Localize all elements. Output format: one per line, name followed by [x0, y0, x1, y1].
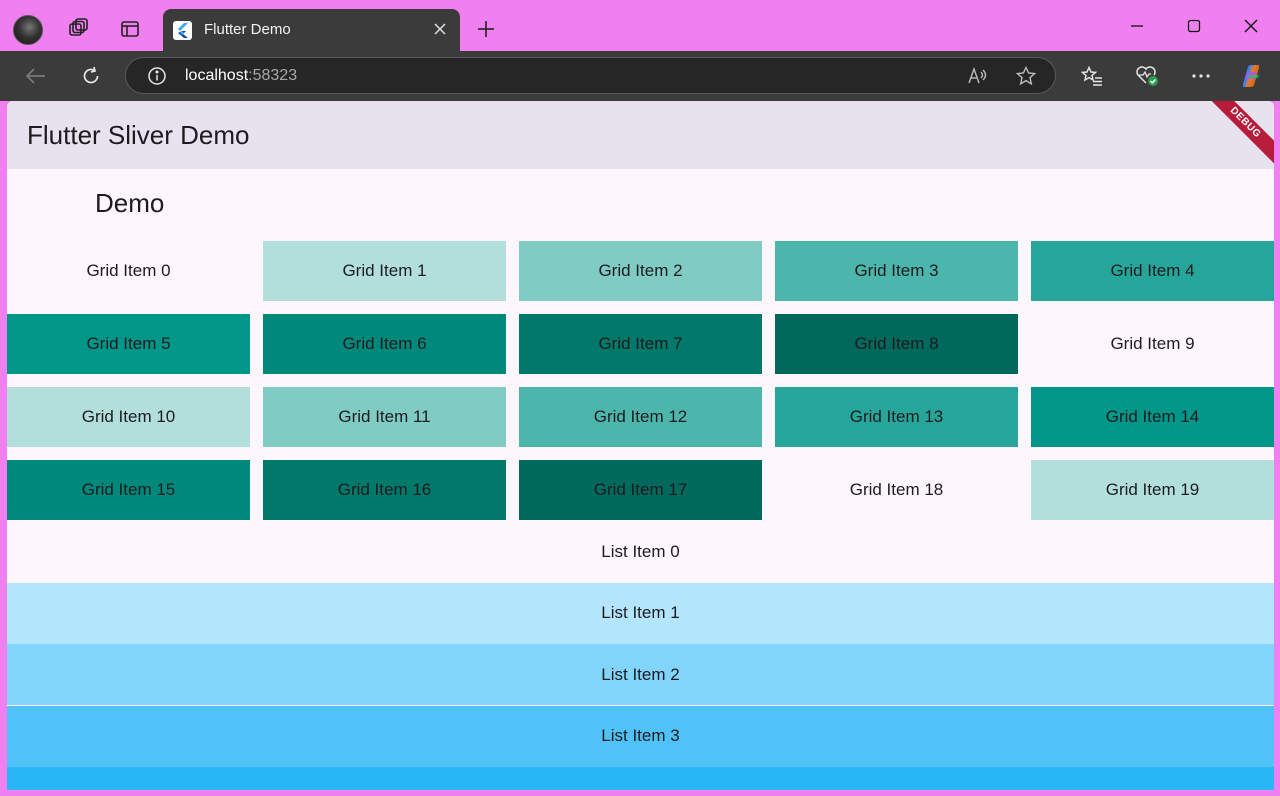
grid-item: Grid Item 8 [775, 314, 1018, 374]
grid-item: Grid Item 5 [7, 314, 250, 374]
grid-item: Grid Item 6 [263, 314, 506, 374]
grid-item: Grid Item 0 [7, 241, 250, 301]
maximize-icon[interactable] [1179, 12, 1209, 40]
page-viewport: Flutter Sliver Demo DEBUG Demo Grid Item… [7, 101, 1274, 790]
site-info-icon[interactable] [146, 65, 168, 87]
favorites-icon[interactable] [1078, 62, 1106, 90]
list-item: List Item 3 [7, 705, 1274, 767]
address-bar[interactable]: localhost:58323 [125, 57, 1056, 94]
grid-item: Grid Item 9 [1031, 314, 1274, 374]
grid-item: Grid Item 12 [519, 387, 762, 447]
new-tab-icon[interactable] [474, 17, 498, 41]
refresh-icon[interactable] [77, 62, 105, 90]
app-bar-title: Flutter Sliver Demo [27, 120, 250, 150]
list-item: List Item 0 [7, 521, 1274, 582]
url-port: :58323 [248, 67, 298, 84]
copilot-icon[interactable] [1237, 62, 1265, 90]
list-item [7, 767, 1274, 790]
list-item: List Item 2 [7, 644, 1274, 705]
grid-item: Grid Item 14 [1031, 387, 1274, 447]
browser-essentials-icon[interactable] [1133, 62, 1161, 90]
grid-item: Grid Item 7 [519, 314, 762, 374]
url-text[interactable]: localhost:58323 [185, 67, 297, 85]
minimize-icon[interactable] [1122, 12, 1152, 40]
back-icon[interactable] [22, 62, 50, 90]
grid-item: Grid Item 1 [263, 241, 506, 301]
tab-title: Flutter Demo [204, 21, 291, 38]
grid-item: Grid Item 2 [519, 241, 762, 301]
list-item: List Item 1 [7, 582, 1274, 644]
more-menu-icon[interactable] [1187, 62, 1215, 90]
flutter-logo-icon [173, 21, 192, 40]
vertical-tabs-icon[interactable] [118, 17, 142, 41]
grid-item: Grid Item 10 [7, 387, 250, 447]
url-host: localhost [185, 67, 249, 84]
grid-item: Grid Item 11 [263, 387, 506, 447]
browser-toolbar: localhost:58323 [0, 51, 1280, 101]
profile-avatar[interactable] [13, 15, 43, 45]
grid-item: Grid Item 18 [775, 460, 1018, 520]
grid-item: Grid Item 3 [775, 241, 1018, 301]
grid-item: Grid Item 19 [1031, 460, 1274, 520]
grid-item: Grid Item 13 [775, 387, 1018, 447]
active-tab[interactable]: Flutter Demo [163, 9, 460, 51]
app-bar: Flutter Sliver Demo [7, 101, 1274, 169]
close-tab-icon[interactable] [430, 19, 450, 39]
favorite-star-icon[interactable] [1014, 65, 1038, 87]
read-aloud-icon[interactable] [966, 65, 990, 87]
grid-item: Grid Item 16 [263, 460, 506, 520]
grid-item: Grid Item 4 [1031, 241, 1274, 301]
close-window-icon[interactable] [1236, 12, 1266, 40]
workspaces-icon[interactable] [66, 17, 90, 41]
section-heading: Demo [95, 188, 165, 218]
grid-item: Grid Item 15 [7, 460, 250, 520]
grid-item: Grid Item 17 [519, 460, 762, 520]
browser-title-bar: Flutter Demo [0, 0, 1280, 51]
